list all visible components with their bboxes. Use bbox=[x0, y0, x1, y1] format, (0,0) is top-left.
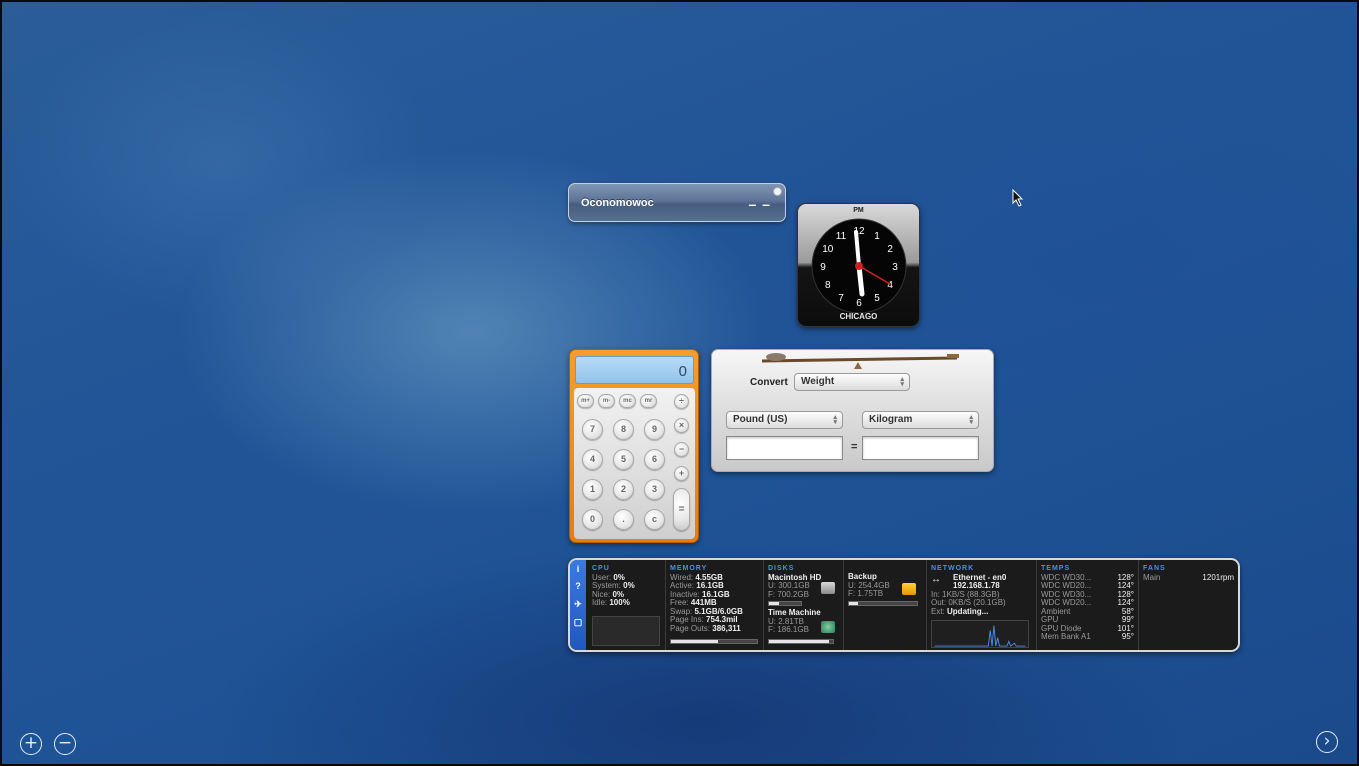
from-value-field[interactable] bbox=[726, 436, 843, 460]
network-graph bbox=[931, 620, 1029, 648]
clock-number: 5 bbox=[874, 293, 880, 304]
temp-row: Mem Bank A1 95° bbox=[1041, 632, 1134, 641]
clock-number: 10 bbox=[822, 244, 834, 255]
multiply-button[interactable]: × bbox=[674, 418, 689, 433]
to-value-field[interactable] bbox=[862, 436, 979, 460]
istat-temps: TEMPS WDC WD30... 128° WDC WD20... 124° WD… bbox=[1036, 560, 1138, 650]
istat-memory: MEMORY Wired: 4.55GB Active: 16.1GB Inac… bbox=[665, 560, 763, 650]
plus-button[interactable]: + bbox=[674, 466, 689, 481]
select-arrows-icon: ▴ ▾ bbox=[833, 414, 837, 426]
memory-minus-button[interactable]: m- bbox=[598, 394, 615, 408]
key-5[interactable]: 5 bbox=[613, 449, 634, 470]
calculator-widget[interactable]: 0 m+ m- mc mr ÷ 7 8 9 × 4 5 6 − + 1 2 3 … bbox=[569, 349, 699, 543]
remove-widget-button[interactable]: − bbox=[54, 733, 76, 755]
airplane-icon[interactable]: ✈ bbox=[570, 599, 586, 610]
memory-recall-button[interactable]: mr bbox=[640, 394, 657, 408]
fan-row: Main 1201rpm bbox=[1143, 572, 1234, 582]
hard-drive-icon bbox=[821, 582, 835, 594]
external-drive-icon bbox=[902, 583, 916, 595]
istat-widget[interactable]: i ? ✈ ▢ CPU User: 0% System: 0% Nice: 0%… bbox=[568, 558, 1240, 652]
istat-backup: Backup U: 254.4GB F: 1.75TB bbox=[843, 560, 926, 650]
clock-number: 9 bbox=[820, 262, 826, 273]
key-2[interactable]: 2 bbox=[613, 479, 634, 500]
select-arrows-icon: ▴ ▾ bbox=[969, 414, 973, 426]
istat-sidebar: i ? ✈ ▢ bbox=[570, 560, 586, 650]
add-widget-button[interactable]: + bbox=[20, 733, 42, 755]
istat-fans: FANS Main 1201rpm bbox=[1138, 560, 1238, 650]
info-icon[interactable]: i bbox=[570, 564, 586, 574]
clock-number: 8 bbox=[825, 280, 831, 291]
memory-clear-button[interactable]: mc bbox=[619, 394, 636, 408]
equals-sign: = bbox=[851, 441, 858, 453]
clock-number: 4 bbox=[887, 280, 893, 291]
istat-disks: DISKS Macintosh HD U: 300.1GB F: 700.2GB… bbox=[763, 560, 843, 650]
disk-usage-bar bbox=[848, 601, 918, 606]
network-ext: Ext: Updating... bbox=[931, 606, 989, 616]
istat-cpu: CPU User: 0% System: 0% Nice: 0% Idle: 1… bbox=[588, 560, 665, 650]
clock-number: 1 bbox=[874, 231, 880, 242]
clear-button[interactable]: c bbox=[644, 509, 665, 530]
disk-usage-bar bbox=[768, 639, 834, 644]
cpu-row: Idle: 100% bbox=[592, 598, 630, 607]
clock-number: 6 bbox=[856, 298, 862, 309]
key-0[interactable]: 0 bbox=[582, 509, 603, 530]
disk-usage-bar bbox=[768, 601, 802, 606]
clock-number: 2 bbox=[887, 244, 893, 255]
key-6[interactable]: 6 bbox=[644, 449, 665, 470]
weather-city: Oconomowoc bbox=[581, 197, 654, 209]
category-select[interactable]: Weight ▴ ▾ bbox=[794, 373, 910, 391]
mouse-pointer-icon bbox=[1012, 189, 1024, 207]
key-8[interactable]: 8 bbox=[613, 419, 634, 440]
key-4[interactable]: 4 bbox=[582, 449, 603, 470]
istat-network: NETWORK ↔ Ethernet - en0 192.168.1.78 In… bbox=[926, 560, 1036, 650]
clock-number: 3 bbox=[892, 262, 898, 273]
clock-hour-hand bbox=[856, 263, 865, 297]
key-7[interactable]: 7 bbox=[582, 419, 603, 440]
memory-row: Page Outs: 386,311 bbox=[670, 623, 741, 633]
clock-number: 11 bbox=[836, 231, 847, 242]
cpu-graph bbox=[592, 616, 660, 646]
clock-city: CHICAGO bbox=[839, 312, 878, 321]
memory-usage-bar bbox=[670, 639, 758, 644]
key-3[interactable]: 3 bbox=[644, 479, 665, 500]
clock-center bbox=[855, 262, 863, 270]
next-page-button[interactable]: › bbox=[1316, 731, 1338, 753]
weather-widget[interactable]: Oconomowoc – – bbox=[568, 183, 786, 222]
calculator-keypad: m+ m- mc mr ÷ 7 8 9 × 4 5 6 − + 1 2 3 0 … bbox=[574, 388, 695, 539]
unit-converter-widget[interactable]: Convert Weight ▴ ▾ Pound (US) ▴ ▾ Kilogram… bbox=[711, 349, 994, 472]
divide-button[interactable]: ÷ bbox=[674, 394, 689, 409]
device-icon[interactable]: ▢ bbox=[570, 617, 586, 628]
to-unit-select[interactable]: Kilogram ▴ ▾ bbox=[862, 411, 979, 429]
to-unit-value: Kilogram bbox=[869, 414, 913, 425]
help-icon[interactable]: ? bbox=[570, 581, 586, 591]
decimal-button[interactable]: . bbox=[613, 509, 634, 530]
key-9[interactable]: 9 bbox=[644, 419, 665, 440]
key-1[interactable]: 1 bbox=[582, 479, 603, 500]
clock-number: 7 bbox=[838, 293, 844, 304]
equals-button[interactable]: = bbox=[673, 488, 690, 531]
calculator-display: 0 bbox=[575, 356, 694, 384]
scale-icon bbox=[761, 353, 959, 369]
time-machine-icon bbox=[821, 621, 835, 633]
clock-face: 12 1234567891011 bbox=[811, 218, 907, 314]
memory-plus-button[interactable]: m+ bbox=[577, 394, 594, 408]
from-unit-value: Pound (US) bbox=[733, 414, 788, 425]
convert-label: Convert bbox=[750, 377, 788, 388]
select-arrows-icon: ▴ ▾ bbox=[900, 376, 904, 388]
minus-button[interactable]: − bbox=[674, 442, 689, 457]
weather-temperature: – – bbox=[748, 196, 771, 212]
category-value: Weight bbox=[801, 376, 835, 387]
clock-widget[interactable]: PM 12 1 2 3 4 5 6 7 8 9 10 11 CHICAGO bbox=[797, 203, 920, 327]
dashboard-background: Oconomowoc – – PM 12 1 2 3 4 5 6 7 8 9 10 11 CHICAG… bbox=[0, 0, 1359, 766]
from-unit-select[interactable]: Pound (US) ▴ ▾ bbox=[726, 411, 843, 429]
weather-info-button[interactable] bbox=[773, 187, 782, 196]
